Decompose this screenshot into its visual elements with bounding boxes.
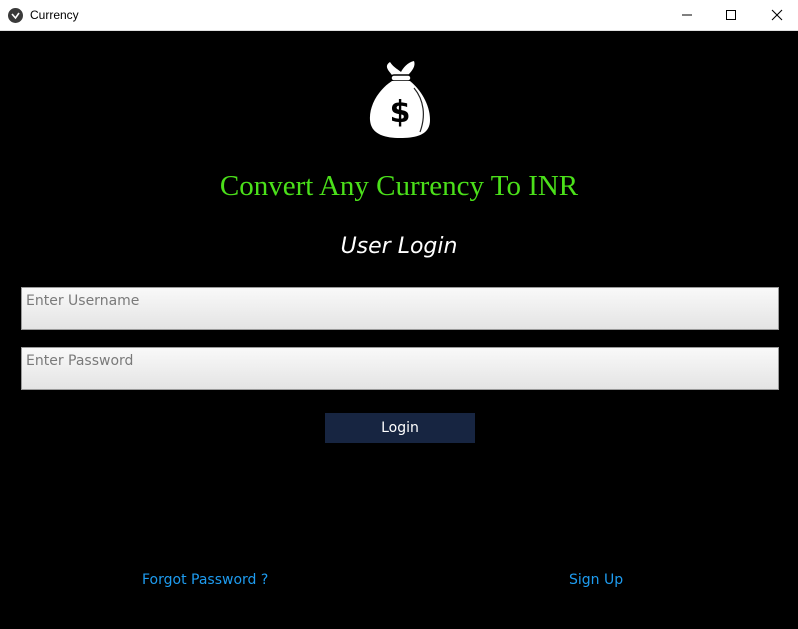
svg-text:$: $ xyxy=(390,95,411,130)
app-logo-icon xyxy=(8,8,23,23)
forgot-password-link[interactable]: Forgot Password ? xyxy=(142,572,268,588)
page-title: Convert Any Currency To INR xyxy=(219,170,579,202)
window-title: Currency xyxy=(30,8,79,22)
close-button[interactable] xyxy=(754,0,798,30)
login-heading: User Login xyxy=(340,234,458,259)
minimize-icon xyxy=(682,14,692,16)
sign-up-link[interactable]: Sign Up xyxy=(569,572,623,588)
maximize-icon xyxy=(726,10,736,20)
password-field[interactable]: Enter Password xyxy=(21,347,779,390)
maximize-button[interactable] xyxy=(708,0,754,30)
username-field[interactable]: Enter Username xyxy=(21,287,779,330)
login-button[interactable]: Login xyxy=(325,413,475,443)
title-bar: Currency xyxy=(0,0,798,31)
app-window: Currency $ Convert Any Currency To INR U… xyxy=(0,0,798,629)
minimize-button[interactable] xyxy=(664,0,710,30)
close-icon xyxy=(771,9,783,21)
money-bag-icon: $ xyxy=(369,61,430,138)
